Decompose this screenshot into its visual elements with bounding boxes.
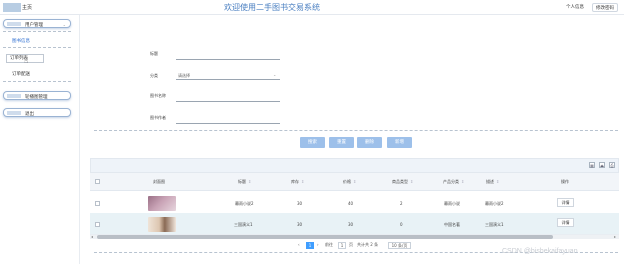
category-select-value: 请选择	[178, 73, 190, 78]
cell-type: 0	[400, 222, 403, 227]
chevron-down-icon: ⌄	[273, 72, 277, 77]
print-icon[interactable]: ⎙	[609, 162, 615, 168]
column-header-category[interactable]: 产品分类 ⇕	[443, 179, 464, 185]
next-page-button[interactable]: ›	[317, 242, 319, 247]
add-button[interactable]: 新增	[387, 137, 412, 148]
book-author-input[interactable]	[176, 117, 280, 124]
cell-title: 幕雨小说2	[235, 201, 254, 206]
category-label: 分类	[150, 73, 158, 78]
column-header-price[interactable]: 价格 ⇕	[343, 179, 356, 185]
top-header: 主页 欢迎使用二手图书交易系统 个人信息 修改密码	[0, 0, 624, 15]
book-cover-image	[148, 196, 176, 211]
mouse-pointer-icon: ☝	[24, 57, 29, 65]
sidebar-menu-users[interactable]: 用户管理 ⌄	[3, 19, 71, 28]
category-select[interactable]	[176, 73, 280, 80]
prev-page-button[interactable]: ‹	[298, 242, 300, 247]
book-cover-image	[148, 217, 176, 232]
app-root: 主页 欢迎使用二手图书交易系统 个人信息 修改密码 用户管理 ⌄ 图书信息 订单…	[0, 0, 624, 264]
home-link[interactable]: 主页	[22, 4, 32, 11]
column-header-title[interactable]: 标题 ⇕	[238, 179, 251, 185]
menu-icon	[7, 22, 21, 26]
goto-label: 前往	[325, 242, 333, 247]
page-input[interactable]: 1	[338, 242, 346, 249]
sidebar-item-order-delivery[interactable]: 订单配送	[12, 71, 30, 77]
search-button[interactable]: 搜索	[300, 137, 325, 148]
column-header-stock[interactable]: 库存 ⇕	[291, 179, 304, 185]
cell-description: 三国演义1	[485, 222, 504, 227]
logo	[3, 3, 21, 12]
export-icon[interactable]: ⏏	[599, 162, 605, 168]
cell-price: 30	[348, 222, 354, 227]
column-header-actions: 操作	[561, 179, 569, 184]
book-name-label: 图书名称	[150, 93, 166, 98]
divider	[3, 81, 71, 82]
book-author-label: 图书作者	[150, 115, 166, 120]
page-size-select[interactable]: 10 条/页	[388, 242, 411, 249]
sidebar-menu-label: 用户管理	[25, 22, 43, 28]
cell-stock: 30	[297, 222, 303, 227]
title-input[interactable]	[176, 53, 280, 60]
column-header-description[interactable]: 描述 ⇕	[486, 179, 499, 185]
total-count: 共计共 2 条	[357, 242, 379, 247]
book-name-input[interactable]	[176, 95, 280, 102]
column-header-type[interactable]: 商品类型 ⇕	[392, 179, 413, 185]
cell-category: 中国名著	[444, 222, 460, 227]
delete-button[interactable]: 删除	[357, 137, 382, 148]
scroll-left-icon[interactable]: ◂	[91, 234, 93, 239]
row-checkbox[interactable]	[95, 222, 100, 227]
menu-icon	[7, 111, 21, 115]
sidebar-menu-exit[interactable]: 退出	[3, 108, 71, 117]
change-password-button[interactable]: 修改密码	[592, 3, 618, 12]
menu-icon	[7, 94, 21, 98]
filter-icon[interactable]: ▦	[589, 162, 595, 168]
column-header-cover[interactable]: 封面图	[153, 179, 165, 185]
sidebar-item-books-info[interactable]: 图书信息	[12, 38, 30, 44]
scroll-right-icon[interactable]: ▸	[614, 234, 616, 239]
select-all-checkbox[interactable]	[95, 179, 100, 184]
cell-category: 幕雨小说	[444, 201, 460, 206]
cell-price: 40	[348, 201, 354, 206]
sidebar-menu-label: 退出	[25, 111, 34, 117]
cell-stock: 30	[297, 201, 303, 206]
sidebar-menu-carousel[interactable]: 轮播图管理	[3, 91, 71, 100]
detail-button[interactable]: 详情	[557, 218, 574, 227]
cell-title: 三国演义1	[234, 222, 253, 227]
title-label: 标题	[150, 51, 158, 56]
cell-description: 幕雨小说2	[485, 201, 504, 206]
scrollbar-thumb[interactable]	[97, 235, 553, 239]
divider	[3, 47, 71, 48]
divider	[3, 31, 71, 32]
row-checkbox[interactable]	[95, 201, 100, 206]
table-toolbar	[90, 158, 619, 173]
divider	[94, 130, 618, 131]
watermark: CSDN @bishekaifayuan	[502, 248, 578, 255]
personal-center-button[interactable]: 个人信息	[563, 3, 587, 12]
sidebar-menu-label: 轮播图管理	[25, 94, 48, 100]
page-suffix: 页	[349, 242, 353, 247]
chevron-down-icon: ⌄	[62, 21, 66, 27]
current-page[interactable]: 1	[306, 242, 314, 249]
detail-button[interactable]: 详情	[557, 198, 574, 207]
cell-type: 2	[400, 201, 403, 206]
system-title: 欢迎使用二手图书交易系统	[224, 3, 320, 12]
sidebar	[0, 15, 80, 264]
reset-button[interactable]: 重置	[329, 137, 354, 148]
